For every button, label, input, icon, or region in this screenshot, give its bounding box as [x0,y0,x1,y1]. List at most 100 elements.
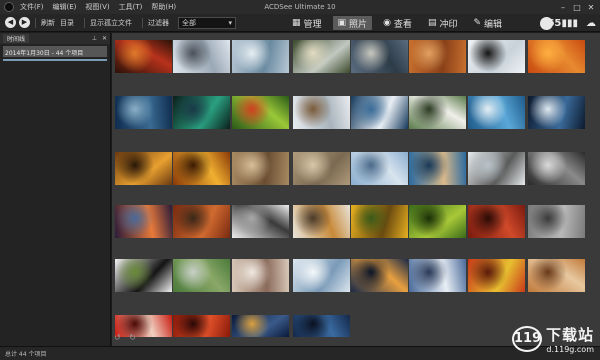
thumbnail-sunset-town[interactable] [115,205,172,238]
status-text: 总计 44 个项目 [5,351,47,358]
thumbnail-golden-hall[interactable] [173,152,230,185]
mode-manage-button[interactable]: ▦ 管理 [287,16,327,30]
rotate-right-icon[interactable]: ↻ [129,333,136,342]
thumbnail-food-plates[interactable] [528,259,585,292]
menu-bar: 文件(F) 编辑(E) 视图(V) 工具(T) 帮助(H) [20,2,185,12]
thumbnail-flock-sky[interactable] [351,152,408,185]
forward-arrow-icon[interactable]: ▶ [19,17,30,28]
thumbnail-night-beach[interactable] [293,315,350,337]
thumbnail-grid [112,33,600,346]
menu-tools[interactable]: 工具(T) [119,2,143,12]
mode-switcher: ▦ 管理 ▣ 照片 ◉ 查看 ▤ 冲印 ✎ 编辑 [287,14,513,32]
timeline-tab[interactable]: 时间线 [3,34,30,43]
thumbnail-festival-crowd[interactable] [468,259,525,292]
thumbnail-floating-lanterns[interactable] [351,259,408,292]
mode-edit-label: 编辑 [484,19,503,30]
thumbnail-herd-snow[interactable] [468,152,525,185]
menu-view[interactable]: 视图(V) [85,2,109,12]
right-toolbar: 365 ▮▮▮ ☁ [532,14,596,32]
mode-view-button[interactable]: ◉ 查看 [378,16,417,30]
refresh-button[interactable]: 刷新 [41,18,55,28]
thumbnail-canal-city[interactable] [409,152,466,185]
thumbnail-coastal-islands[interactable] [351,40,408,73]
filter-value: 全部 [182,18,196,27]
mode-view-label: 查看 [393,19,412,30]
filter-select[interactable]: 全部 ▾ [178,16,236,29]
thumbnail-rocky-bay[interactable] [293,152,350,185]
close-button[interactable]: ✕ [584,3,598,12]
mode-photos-label: 照片 [349,19,368,30]
thumbnail-autumn-forest[interactable] [173,205,230,238]
bar-chart-icon[interactable]: ▮▮▮ [561,18,578,29]
menu-edit[interactable]: 编辑(E) [53,2,77,12]
watermark-domain: d.119g.com [546,345,594,354]
status-bar: 总计 44 个项目 [0,346,600,360]
mode-develop-button[interactable]: ▤ 冲印 [423,16,463,30]
360-icon[interactable]: 365 [540,16,561,30]
toolbar-divider [142,17,143,28]
watermark-brand: 下载站 [545,326,594,344]
thumbnail-red-temple[interactable] [173,315,230,337]
develop-icon: ▤ [427,18,437,28]
thumbnail-iceberg[interactable] [528,96,585,129]
toolbar-divider [35,17,36,28]
chevron-down-icon: ▾ [228,18,232,27]
rotate-left-icon[interactable]: ↺ [114,333,121,342]
thumbnail-penguin-ice[interactable] [468,40,525,73]
thumbnail-green-leaves[interactable] [409,205,466,238]
thumbnail-frozen-lake[interactable] [232,40,289,73]
timeline-scrollbar[interactable] [3,59,107,61]
toolbar-divider [84,17,85,28]
thumbnail-snow-deer[interactable] [293,96,350,129]
thumbnail-aurora[interactable] [173,96,230,129]
timeline-date-item[interactable]: 2014年1月30日 - 44 个项目 [3,46,107,57]
thumbnail-snowy-cabin[interactable] [173,40,230,73]
thumbnail-waterfall[interactable] [293,40,350,73]
maximize-button[interactable]: □ [570,3,584,12]
thumbnail-snowy-peaks[interactable] [409,259,466,292]
thumbnail-night-bridge[interactable] [232,315,289,337]
cloud-sync-icon[interactable]: ☁ [586,18,596,29]
pin-icon[interactable]: ⊥ [92,35,97,42]
thumbnail-green-spiral[interactable] [232,96,289,129]
thumbnail-butterfly[interactable] [115,152,172,185]
folder-button[interactable]: 目录 [60,18,74,28]
thumbnail-bridge-grey[interactable] [528,205,585,238]
minimize-button[interactable]: – [556,3,570,12]
thumbnail-blue-hills[interactable] [115,96,172,129]
watermark-logo: 119 [511,326,542,352]
back-arrow-icon[interactable]: ◀ [5,17,16,28]
thumbnail-bird-branch[interactable] [293,205,350,238]
toolbar: ◀ ▶ 刷新 目录 显示孤立文件 过滤器 全部 ▾ ▦ 管理 ▣ 照片 ◉ 查看… [0,14,600,32]
menu-help[interactable]: 帮助(H) [151,2,176,12]
mode-photos-button[interactable]: ▣ 照片 [332,16,373,30]
title-bar: 文件(F) 编辑(E) 视图(V) 工具(T) 帮助(H) ACDSee Ult… [0,0,600,14]
thumbnail-mountain-bw[interactable] [528,152,585,185]
mode-edit-button[interactable]: ✎ 编辑 [468,16,507,30]
thumbnail-kangaroo[interactable] [409,40,466,73]
thumbnail-panda[interactable] [115,259,172,292]
thumbnail-red-canyon[interactable] [468,205,525,238]
filter-label: 过滤器 [148,18,169,27]
thumbnail-stone-arches[interactable] [232,152,289,185]
thumbnail-child-portrait[interactable] [232,259,289,292]
mode-manage-label: 管理 [303,19,322,30]
thumbnail-snow-tracks[interactable] [232,205,289,238]
panel-header: 时间线 ⊥ ✕ [0,33,110,44]
close-panel-icon[interactable]: ✕ [102,35,107,42]
thumbnail-blue-wave[interactable] [351,96,408,129]
thumbnail-green-hills[interactable] [173,259,230,292]
mode-develop-label: 冲印 [439,19,458,30]
thumbnail-orange-field[interactable] [528,40,585,73]
grid-icon: ▦ [292,18,301,28]
show-isolated-files-button[interactable]: 显示孤立文件 [90,18,132,28]
thumbnail-white-birds[interactable] [409,96,466,129]
thumbnail-ice-cave[interactable] [293,259,350,292]
thumbnail-sunflower[interactable] [351,205,408,238]
panel-controls: ⊥ ✕ [87,35,107,42]
menu-file[interactable]: 文件(F) [20,2,44,12]
thumbnail-red-trees[interactable] [115,40,172,73]
thumbnail-lagoon[interactable] [468,96,525,129]
brush-icon: ✎ [473,18,482,28]
window-controls: – □ ✕ [556,0,598,14]
